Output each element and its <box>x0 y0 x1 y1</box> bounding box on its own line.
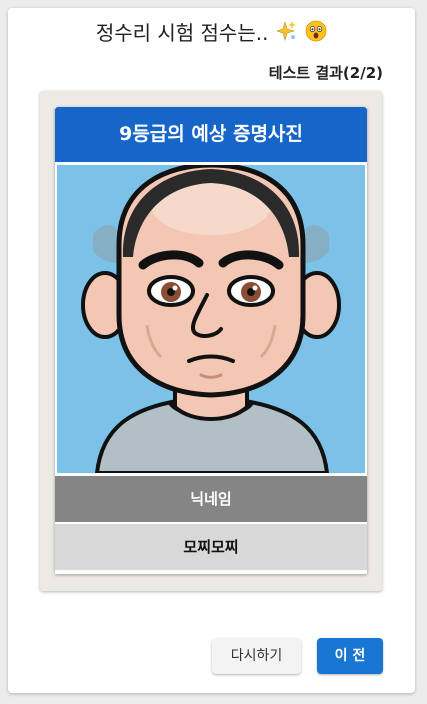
cartoon-face-illustration <box>57 165 365 473</box>
page-title: 정수리 시험 점수는.. <box>95 21 269 45</box>
portrait-image <box>57 165 365 473</box>
nickname-value: 모찌모찌 <box>55 524 367 570</box>
test-result-label: 테스트 결과(2/2) <box>268 64 383 82</box>
retry-button[interactable]: 다시하기 <box>212 638 301 674</box>
page-title-row: 정수리 시험 점수는.. <box>8 16 415 52</box>
sparkles-icon <box>275 18 297 52</box>
card-title: 9등급의 예상 증명사진 <box>55 107 367 162</box>
result-panel: 정수리 시험 점수는.. 테스트 결과(2/2) 9등급의 예상 증명사진 닉네… <box>8 8 415 693</box>
nickname-label: 닉네임 <box>55 476 367 522</box>
result-frame: 9등급의 예상 증명사진 닉네임 모찌모찌 <box>40 91 382 591</box>
astonished-face-icon <box>305 18 327 52</box>
previous-button[interactable]: 이 전 <box>317 638 383 674</box>
id-photo-card: 9등급의 예상 증명사진 닉네임 모찌모찌 <box>55 107 367 574</box>
